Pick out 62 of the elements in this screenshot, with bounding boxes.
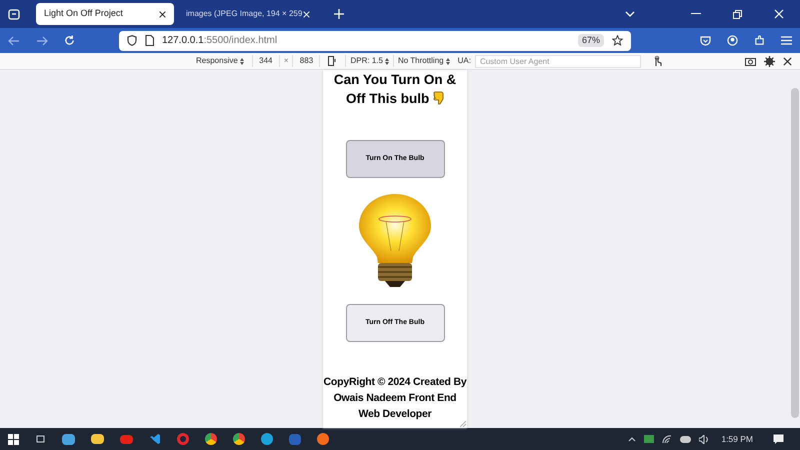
browser-tab[interactable]: Light On Off Project (36, 3, 174, 25)
clock-time[interactable]: 1:59 PM (721, 432, 753, 446)
width-field[interactable]: 344 (252, 55, 280, 67)
throttling-dropdown[interactable]: No Throttling (392, 55, 444, 67)
device-dropdown[interactable]: Responsive (196, 55, 238, 67)
back-icon[interactable] (8, 36, 20, 46)
chevron-up-icon[interactable] (628, 436, 636, 442)
sort-arrows-icon (240, 58, 244, 64)
ua-label: UA: (458, 55, 471, 67)
zoom-badge[interactable]: 67% (578, 34, 604, 48)
start-icon[interactable] (8, 434, 19, 444)
address-bar[interactable]: 127.0.0.1:5500/index.html 67% (119, 30, 631, 50)
new-tab-icon[interactable] (334, 9, 344, 19)
cloud-icon[interactable] (680, 436, 692, 442)
touch-icon[interactable] (652, 56, 662, 66)
screenshot-icon[interactable] (745, 56, 756, 66)
store-icon[interactable] (62, 434, 75, 444)
height-field[interactable]: 883 (292, 55, 320, 67)
browser-icon[interactable] (205, 433, 217, 445)
reload-icon[interactable] (64, 35, 75, 46)
tray-icon[interactable] (644, 435, 654, 443)
minimize-icon[interactable] (691, 13, 701, 15)
pointing-hand-icon (433, 91, 444, 105)
shield-icon (127, 35, 137, 46)
user-agent-field[interactable]: Custom User Agent (474, 54, 641, 68)
star-icon[interactable] (612, 35, 623, 46)
page-icon (145, 35, 154, 46)
wifi-icon[interactable] (662, 434, 672, 444)
url-text: 127.0.0.1:5500/index.html (162, 34, 278, 48)
browser-icon[interactable] (261, 433, 273, 445)
chevron-down-icon[interactable] (625, 11, 635, 17)
copyright-footer: CopyRight © 2024 Created By Owais Nadeem Front End Web Developer (323, 374, 467, 422)
sort-arrows-icon (446, 58, 450, 64)
forward-icon[interactable] (36, 36, 48, 46)
settings-icon[interactable] (764, 56, 775, 66)
close-icon[interactable] (783, 56, 792, 66)
dpr-dropdown[interactable]: DPR: 1.5 (345, 55, 383, 67)
pocket-icon[interactable] (700, 36, 711, 46)
rotate-icon[interactable] (328, 56, 338, 66)
folder-icon[interactable] (91, 434, 104, 444)
menu-icon[interactable] (781, 36, 792, 45)
page-heading: Can You Turn On & Off This bulb (332, 71, 458, 108)
sort-arrows-icon (384, 58, 389, 64)
tab-list-icon[interactable] (8, 8, 20, 20)
tab-title: Light On Off Project (44, 7, 124, 20)
times-sign: × (282, 55, 290, 67)
ring-icon[interactable] (177, 433, 189, 445)
browser-icon[interactable] (233, 433, 245, 445)
play-icon[interactable] (120, 434, 133, 444)
extensions-icon[interactable] (754, 35, 765, 46)
resize-grip-icon[interactable] (460, 421, 466, 427)
terminal-icon[interactable] (289, 434, 301, 444)
account-icon[interactable] (727, 35, 738, 46)
tab-title: images (JPEG Image, 194 × 259 (186, 8, 303, 20)
notification-icon[interactable] (773, 434, 784, 444)
code-editor-icon[interactable] (149, 433, 161, 445)
speaker-icon[interactable] (699, 434, 710, 444)
browser-icon[interactable] (317, 433, 329, 445)
restore-icon[interactable] (733, 10, 742, 18)
close-icon[interactable] (159, 10, 166, 18)
task-view-icon[interactable] (35, 434, 46, 444)
browser-tab[interactable]: images (JPEG Image, 194 × 259 (178, 3, 318, 25)
